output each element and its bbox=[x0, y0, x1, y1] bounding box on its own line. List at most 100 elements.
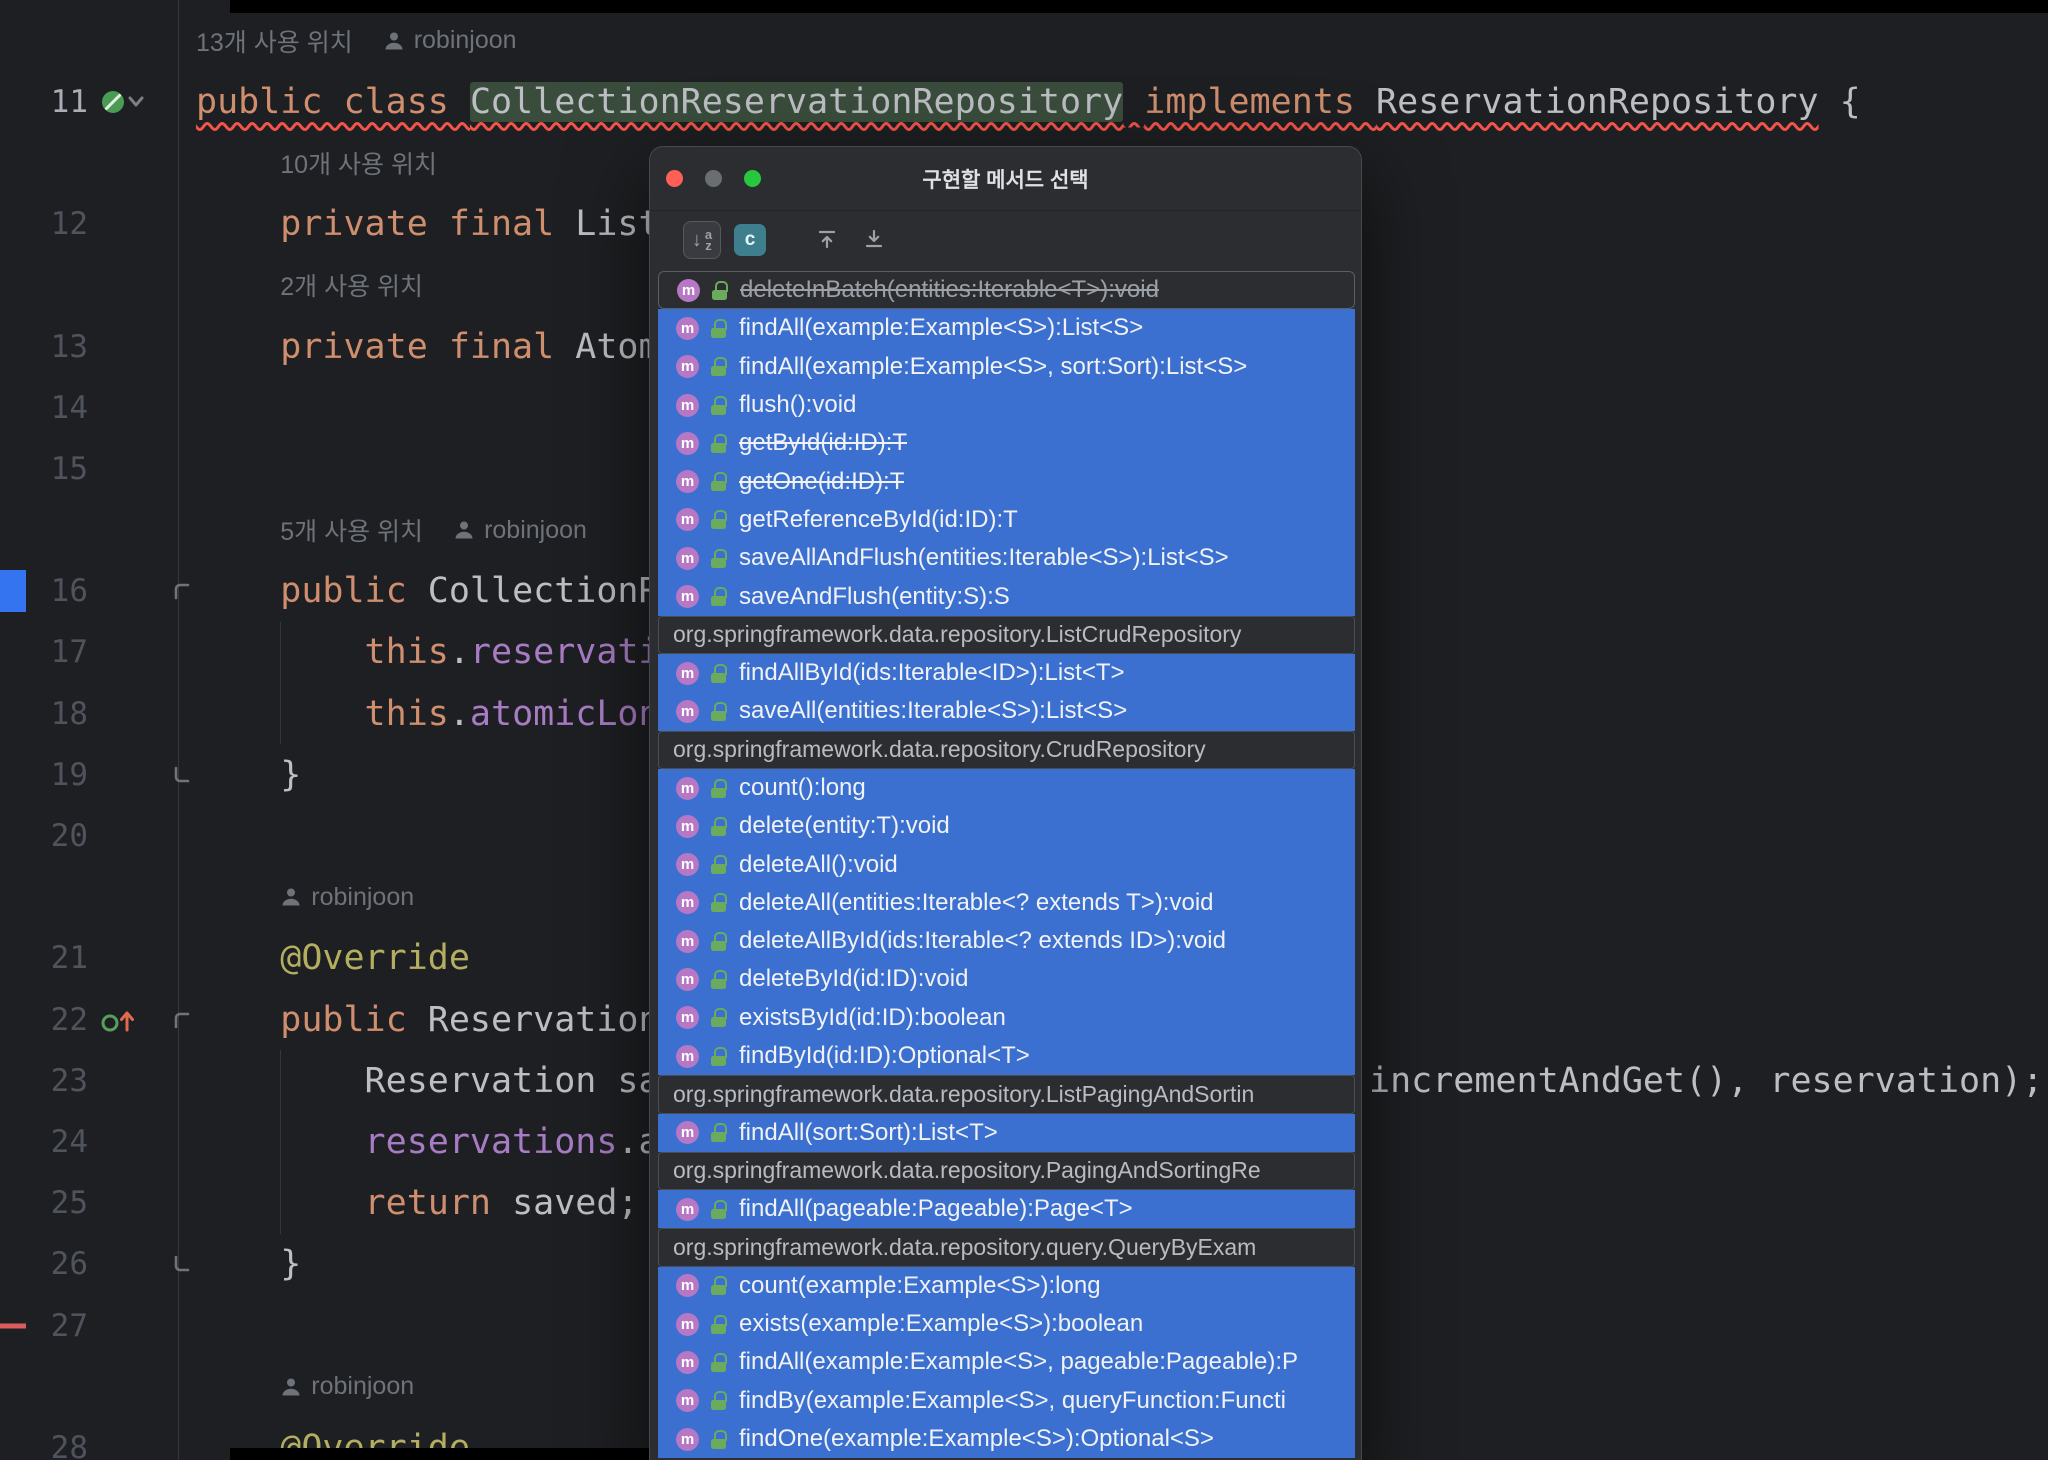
method-row[interactable]: mfindById(id:ID):Optional<T> bbox=[658, 1037, 1355, 1075]
method-row[interactable]: mfindBy(example:Example<S>, queryFunctio… bbox=[658, 1382, 1355, 1420]
code-token: this bbox=[365, 694, 449, 734]
method-row[interactable]: msaveAll(entities:Iterable<S>):List<S> bbox=[658, 692, 1355, 730]
dialog-titlebar[interactable]: 구현할 메서드 선택 bbox=[650, 147, 1361, 211]
public-visibility-icon bbox=[711, 472, 727, 491]
line-number: 24 bbox=[51, 1124, 88, 1160]
method-row[interactable]: mflush():void bbox=[658, 386, 1355, 424]
method-row[interactable]: mdeleteAll(entities:Iterable<? extends T… bbox=[658, 884, 1355, 922]
method-icon: m bbox=[676, 1006, 699, 1029]
gutter: 25 bbox=[0, 1173, 196, 1234]
author-hint[interactable]: robinjoon bbox=[311, 1372, 414, 1401]
code-token: . bbox=[449, 632, 470, 672]
public-visibility-icon bbox=[711, 855, 727, 874]
method-row[interactable]: mdeleteInBatch(entities:Iterable<T>):voi… bbox=[658, 271, 1355, 309]
copy-javadoc-button[interactable]: c bbox=[734, 224, 766, 256]
method-row[interactable]: mgetOne(id:ID):T bbox=[658, 462, 1355, 500]
maximize-button[interactable] bbox=[744, 170, 761, 187]
code-token: public class bbox=[196, 82, 470, 122]
code-token: @Override bbox=[280, 938, 470, 978]
code-token bbox=[1123, 82, 1144, 122]
method-icon: m bbox=[676, 930, 699, 953]
author-person-icon[interactable] bbox=[280, 1376, 302, 1398]
method-row[interactable]: mdelete(entity:T):void bbox=[658, 807, 1355, 845]
method-signature: findAll(example:Example<S>, pageable:Pag… bbox=[739, 1348, 1298, 1376]
change-marker-blue bbox=[0, 570, 26, 612]
fold-marker-start[interactable] bbox=[170, 579, 194, 603]
method-row[interactable]: msaveAndFlush(entity:S):S bbox=[658, 577, 1355, 615]
expand-all-button[interactable] bbox=[857, 223, 891, 257]
change-marker-red bbox=[0, 1323, 26, 1328]
gutter: 11 bbox=[0, 71, 196, 132]
line-number: 13 bbox=[51, 329, 88, 365]
code-token: public bbox=[280, 571, 428, 611]
code-token: . bbox=[449, 694, 470, 734]
method-icon: m bbox=[676, 1428, 699, 1451]
method-row[interactable]: mgetReferenceById(id:ID):T bbox=[658, 501, 1355, 539]
method-row[interactable]: mexistsById(id:ID):boolean bbox=[658, 999, 1355, 1037]
method-row[interactable]: mfindAll(example:Example<S>, pageable:Pa… bbox=[658, 1343, 1355, 1381]
method-row[interactable]: msaveAllAndFlush(entities:Iterable<S>):L… bbox=[658, 539, 1355, 577]
public-visibility-icon bbox=[711, 932, 727, 951]
method-row[interactable]: mexists(example:Example<S>):boolean bbox=[658, 1305, 1355, 1343]
class-implementations-icon[interactable] bbox=[100, 88, 144, 116]
overriding-method-icon[interactable] bbox=[100, 1006, 138, 1034]
usages-hint[interactable]: 2개 사용 위치 bbox=[280, 267, 423, 303]
indent-guide bbox=[280, 1050, 281, 1111]
code-token: incrementAndGet bbox=[1369, 1061, 1685, 1101]
method-row[interactable]: mfindAll(sort:Sort):List<T> bbox=[658, 1114, 1355, 1152]
public-visibility-icon bbox=[711, 319, 727, 338]
method-signature: deleteAll():void bbox=[739, 851, 898, 879]
close-button[interactable] bbox=[666, 170, 683, 187]
author-hint[interactable]: robinjoon bbox=[414, 26, 517, 55]
fold-marker-end[interactable] bbox=[170, 1252, 194, 1276]
collapse-all-button[interactable] bbox=[810, 223, 844, 257]
usages-hint[interactable]: 5개 사용 위치 bbox=[280, 512, 423, 548]
minimize-button[interactable] bbox=[705, 170, 722, 187]
method-row[interactable]: mcount():long bbox=[658, 769, 1355, 807]
method-signature: deleteAll(entities:Iterable<? extends T>… bbox=[739, 889, 1214, 917]
fold-marker-start[interactable] bbox=[170, 1008, 194, 1032]
method-row[interactable]: mfindAllById(ids:Iterable<ID>):List<T> bbox=[658, 654, 1355, 692]
public-visibility-icon bbox=[711, 434, 727, 453]
sort-alphabetically-button[interactable]: ↓ az bbox=[683, 221, 721, 259]
window-edge-top bbox=[230, 0, 2048, 13]
method-signature: findById(id:ID):Optional<T> bbox=[739, 1042, 1030, 1070]
method-signature: findAllById(ids:Iterable<ID>):List<T> bbox=[739, 659, 1125, 687]
gutter bbox=[0, 132, 196, 193]
line-number: 28 bbox=[51, 1430, 88, 1460]
public-visibility-icon bbox=[711, 1008, 727, 1027]
line-number: 27 bbox=[51, 1308, 88, 1344]
code-token: CollectionR bbox=[428, 571, 660, 611]
code-token: ReservationRepository bbox=[1376, 82, 1819, 122]
author-person-icon[interactable] bbox=[453, 519, 475, 541]
usages-hint[interactable]: 10개 사용 위치 bbox=[280, 145, 437, 181]
author-hint[interactable]: robinjoon bbox=[484, 516, 587, 545]
line-number: 19 bbox=[51, 757, 88, 793]
method-row[interactable]: mgetById(id:ID):T bbox=[658, 424, 1355, 462]
window-edge-bottom bbox=[230, 1448, 649, 1460]
method-signature: delete(entity:T):void bbox=[739, 812, 950, 840]
code-token: reservation bbox=[1769, 1061, 2001, 1101]
method-row[interactable]: mcount(example:Example<S>):long bbox=[658, 1267, 1355, 1305]
code-token: CollectionReservationRepository bbox=[470, 82, 1123, 122]
public-visibility-icon bbox=[711, 587, 727, 606]
author-hint[interactable]: robinjoon bbox=[311, 883, 414, 912]
usages-hint[interactable]: 13개 사용 위치 bbox=[196, 23, 353, 59]
code-token: } bbox=[280, 1244, 301, 1284]
method-icon: m bbox=[676, 470, 699, 493]
method-row[interactable]: mfindOne(example:Example<S>):Optional<S> bbox=[658, 1420, 1355, 1458]
method-row[interactable]: mdeleteById(id:ID):void bbox=[658, 960, 1355, 998]
gutter: 16 bbox=[0, 561, 196, 622]
gutter bbox=[0, 500, 196, 561]
method-row[interactable]: mfindAll(example:Example<S>, sort:Sort):… bbox=[658, 348, 1355, 386]
method-list: m deleteInBatch(entities:Iterable<T>):voi… bbox=[650, 269, 1361, 1458]
method-row[interactable]: mdeleteAll():void bbox=[658, 845, 1355, 883]
method-row[interactable]: mfindAll(pageable:Pageable):Page<T> bbox=[658, 1190, 1355, 1228]
indent-guide bbox=[280, 622, 281, 683]
fold-marker-end[interactable] bbox=[170, 763, 194, 787]
author-person-icon[interactable] bbox=[383, 30, 405, 52]
method-row[interactable]: mfindAll(example:Example<S>):List<S> bbox=[658, 309, 1355, 347]
author-person-icon[interactable] bbox=[280, 886, 302, 908]
method-signature: deleteInBatch(entities:Iterable<T>):void bbox=[740, 276, 1159, 304]
method-row[interactable]: mdeleteAllById(ids:Iterable<? extends ID… bbox=[658, 922, 1355, 960]
